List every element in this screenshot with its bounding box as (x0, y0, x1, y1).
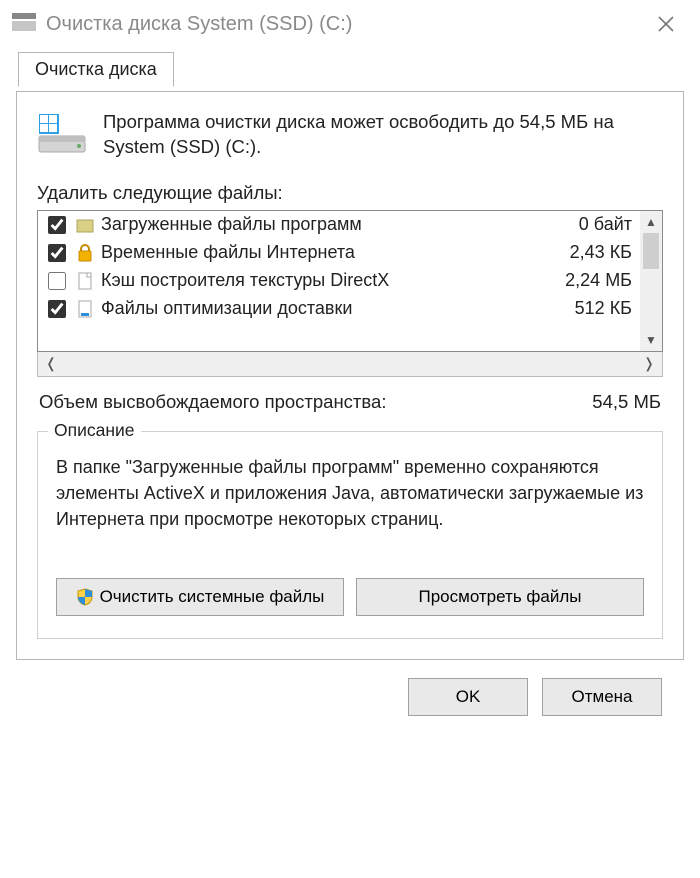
file-list-rows[interactable]: Загруженные файлы программ 0 байт Времен… (38, 211, 662, 351)
view-files-label: Просмотреть файлы (419, 587, 582, 607)
close-button[interactable] (636, 0, 696, 48)
intro-text: Программа очистки диска может освободить… (103, 110, 663, 160)
scroll-down-icon[interactable]: ▼ (640, 329, 662, 351)
scroll-right-icon[interactable]: ❭ (636, 352, 662, 376)
file-checkbox[interactable] (48, 300, 66, 318)
disk-cleanup-icon (12, 13, 36, 35)
description-group: Описание В папке "Загруженные файлы прог… (37, 431, 663, 639)
folder-icon (75, 215, 95, 235)
cancel-button[interactable]: Отмена (542, 678, 662, 716)
list-item[interactable]: Кэш построителя текстуры DirectX 2,24 МБ (38, 267, 640, 295)
file-list: Загруженные файлы программ 0 байт Времен… (37, 210, 663, 352)
list-item[interactable]: Загруженные файлы программ 0 байт (38, 211, 640, 239)
tab-pane: Программа очистки диска может освободить… (16, 91, 684, 660)
vertical-scrollbar[interactable]: ▲ ▼ (640, 211, 662, 351)
ok-button[interactable]: OK (408, 678, 528, 716)
horizontal-scrollbar[interactable]: ❬ ❭ (37, 351, 663, 377)
scroll-thumb[interactable] (643, 233, 659, 269)
description-text: В папке "Загруженные файлы программ" вре… (56, 454, 644, 532)
description-legend: Описание (48, 420, 141, 441)
list-item[interactable]: Временные файлы Интернета 2,43 КБ (38, 239, 640, 267)
clean-system-files-button[interactable]: Очистить системные файлы (56, 578, 344, 616)
lock-icon (75, 243, 95, 263)
file-size: 2,43 КБ (570, 242, 636, 263)
file-size: 512 КБ (575, 298, 636, 319)
title-bar: Очистка диска System (SSD) (C:) (0, 0, 700, 48)
file-name: Кэш построителя текстуры DirectX (101, 270, 559, 291)
file-size: 2,24 МБ (565, 270, 636, 291)
file-size: 0 байт (579, 214, 636, 235)
summary-value: 54,5 МБ (592, 391, 661, 413)
file-name: Файлы оптимизации доставки (101, 298, 569, 319)
view-files-button[interactable]: Просмотреть файлы (356, 578, 644, 616)
list-item[interactable]: Файлы оптимизации доставки 512 КБ (38, 295, 640, 323)
file-checkbox[interactable] (48, 216, 66, 234)
file-checkbox[interactable] (48, 244, 66, 262)
shield-icon (76, 588, 94, 606)
file-icon (75, 271, 95, 291)
file-download-icon (75, 299, 95, 319)
window-title: Очистка диска System (SSD) (C:) (46, 13, 636, 36)
file-name: Загруженные файлы программ (101, 214, 573, 235)
clean-system-files-label: Очистить системные файлы (100, 587, 325, 607)
file-checkbox[interactable] (48, 272, 66, 290)
summary-label: Объем высвобождаемого пространства: (39, 391, 592, 413)
scroll-up-icon[interactable]: ▲ (640, 211, 662, 233)
hard-disk-icon (37, 110, 87, 154)
filelist-caption: Удалить следующие файлы: (37, 182, 663, 204)
file-name: Временные файлы Интернета (101, 242, 564, 263)
tab-cleanup[interactable]: Очистка диска (18, 52, 174, 87)
scroll-left-icon[interactable]: ❬ (38, 352, 64, 376)
close-icon (658, 16, 674, 32)
